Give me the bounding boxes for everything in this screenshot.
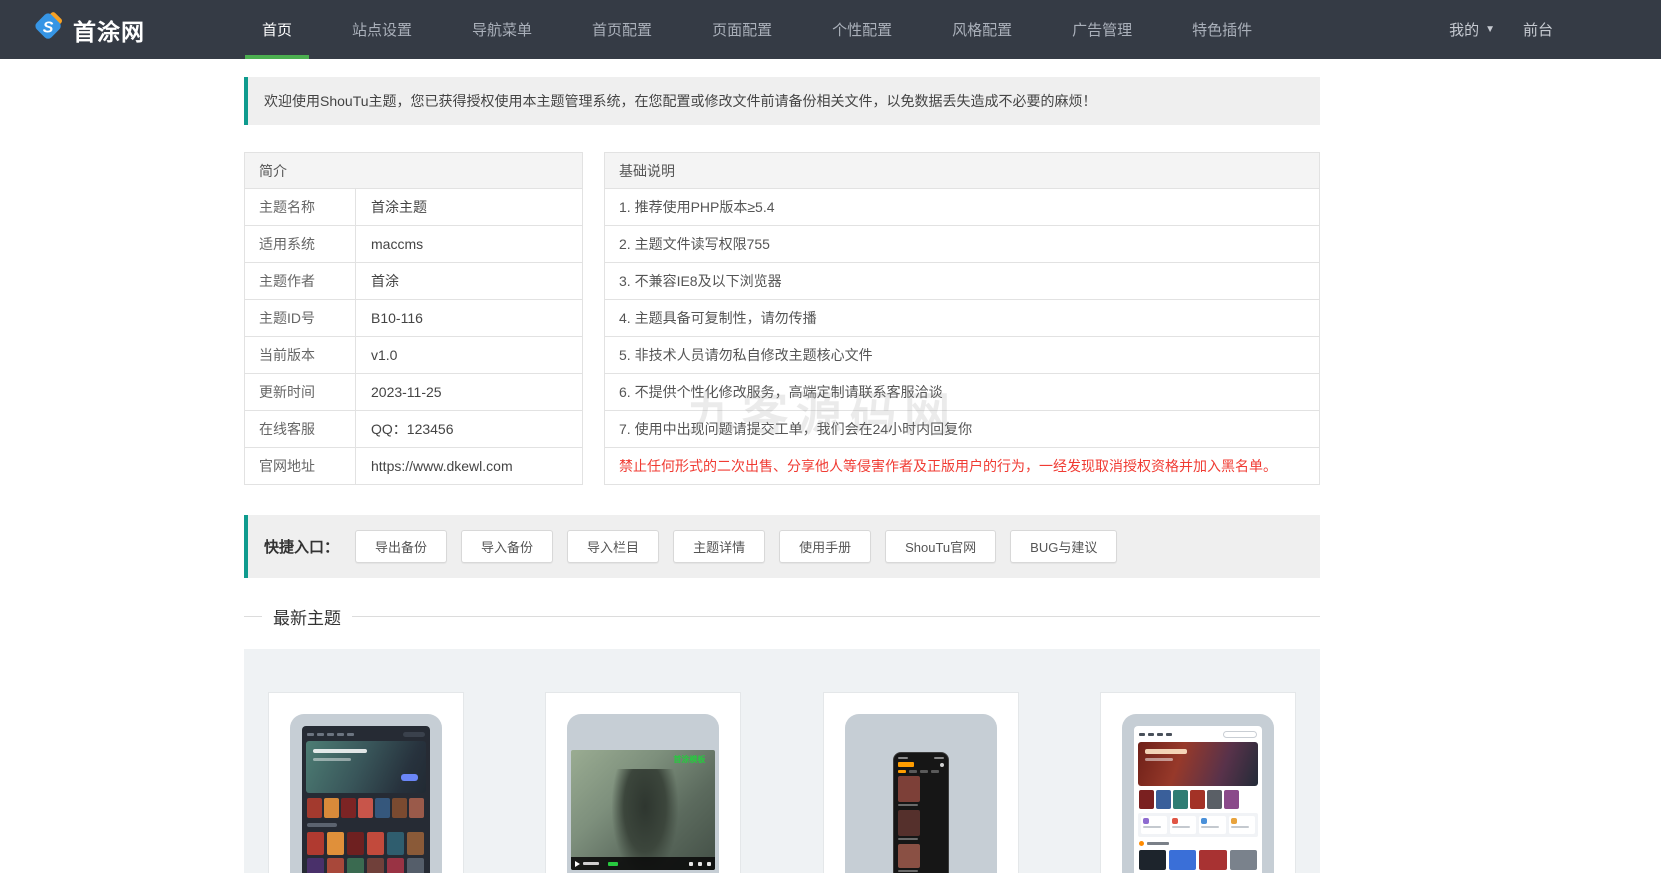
theme-thumbnail-frame: 首涂模板 bbox=[567, 714, 719, 873]
quick-entry-bar: 快捷入口： 导出备份 导入备份 导入栏目 主题详情 使用手册 ShouTu官网 … bbox=[244, 515, 1320, 578]
nav-item-nav-menu[interactable]: 导航菜单 bbox=[455, 0, 549, 59]
table-row: 适用系统 maccms bbox=[244, 226, 583, 263]
info-panels: 简介 主题名称 首涂主题 适用系统 maccms 主题作者 首涂 主题ID号 B… bbox=[244, 152, 1320, 485]
note-item: 7. 使用中出现问题请提交工单，我们会在24小时内回复你 bbox=[604, 411, 1320, 448]
quality-icon bbox=[698, 862, 702, 866]
video-figure bbox=[612, 769, 678, 870]
bell-icon bbox=[940, 763, 944, 767]
table-row: 主题作者 首涂 bbox=[244, 263, 583, 300]
nav-item-page-config[interactable]: 页面配置 bbox=[695, 0, 789, 59]
theme-card-video-player[interactable]: 首涂模板 bbox=[545, 692, 741, 873]
import-backup-button[interactable]: 导入备份 bbox=[461, 530, 553, 563]
theme-screenshot-dark-cinema bbox=[302, 726, 430, 873]
table-row: 在线客服 QQ：123456 bbox=[244, 411, 583, 448]
video-control-bar bbox=[571, 857, 715, 870]
heading-divider-right bbox=[352, 616, 1320, 617]
nav-item-home-config[interactable]: 首页配置 bbox=[575, 0, 669, 59]
notes-panel-title: 基础说明 bbox=[604, 152, 1320, 189]
note-item: 2. 主题文件读写权限755 bbox=[604, 226, 1320, 263]
chevron-down-icon: ▼ bbox=[1485, 24, 1495, 35]
nav-item-home[interactable]: 首页 bbox=[245, 0, 309, 59]
my-account-dropdown[interactable]: 我的 ▼ bbox=[1449, 19, 1495, 40]
note-item: 3. 不兼容IE8及以下浏览器 bbox=[604, 263, 1320, 300]
nav-item-personal-config[interactable]: 个性配置 bbox=[815, 0, 909, 59]
logo-text: 首涂网 bbox=[73, 13, 145, 47]
latest-themes-title: 最新主题 bbox=[273, 604, 341, 629]
intro-panel: 简介 主题名称 首涂主题 适用系统 maccms 主题作者 首涂 主题ID号 B… bbox=[244, 152, 583, 485]
welcome-alert: 欢迎使用ShouTu主题，您已获得授权使用本主题管理系统，在您配置或修改文件前请… bbox=[244, 77, 1320, 125]
note-item: 5. 非技术人员请勿私自修改主题核心文件 bbox=[604, 337, 1320, 374]
fullscreen-icon bbox=[707, 862, 711, 866]
nav-item-style-config[interactable]: 风格配置 bbox=[935, 0, 1029, 59]
site-logo[interactable]: S 首涂网 bbox=[34, 0, 145, 59]
logo-icon: S bbox=[34, 12, 64, 47]
svg-text:S: S bbox=[43, 20, 54, 37]
theme-card-light-cinema[interactable] bbox=[1100, 692, 1296, 873]
note-item: 1. 推荐使用PHP版本≥5.4 bbox=[604, 189, 1320, 226]
nav-right-group: 我的 ▼ 前台 bbox=[1449, 0, 1553, 59]
app-logo bbox=[898, 762, 914, 767]
frontend-link[interactable]: 前台 bbox=[1523, 19, 1553, 40]
video-watermark-text: 首涂模板 bbox=[673, 754, 705, 765]
theme-thumbnail-frame bbox=[845, 714, 997, 873]
main-nav: 首页 站点设置 导航菜单 首页配置 页面配置 个性配置 风格配置 广告管理 特色… bbox=[245, 0, 1295, 59]
table-row: 主题名称 首涂主题 bbox=[244, 189, 583, 226]
nav-item-ad-manage[interactable]: 广告管理 bbox=[1055, 0, 1149, 59]
top-navbar: S 首涂网 首页 站点设置 导航菜单 首页配置 页面配置 个性配置 风格配置 广… bbox=[0, 0, 1661, 59]
table-row: 更新时间 2023-11-25 bbox=[244, 374, 583, 411]
intro-panel-title: 简介 bbox=[244, 152, 583, 189]
main-content: 欢迎使用ShouTu主题，您已获得授权使用本主题管理系统，在您配置或修改文件前请… bbox=[244, 77, 1320, 873]
table-row: 主题ID号 B10-116 bbox=[244, 300, 583, 337]
theme-screenshot-video-player: 首涂模板 bbox=[571, 750, 715, 870]
theme-card-mobile-app[interactable] bbox=[823, 692, 1019, 873]
heading-divider-left bbox=[244, 616, 262, 617]
note-item: 6. 不提供个性化修改服务，高端定制请联系客服洽谈 bbox=[604, 374, 1320, 411]
bug-suggestion-button[interactable]: BUG与建议 bbox=[1010, 530, 1117, 563]
export-backup-button[interactable]: 导出备份 bbox=[355, 530, 447, 563]
notes-panel: 基础说明 1. 推荐使用PHP版本≥5.4 2. 主题文件读写权限755 3. … bbox=[604, 152, 1320, 485]
latest-themes-gallery: 首涂模板 bbox=[244, 649, 1320, 873]
theme-details-button[interactable]: 主题详情 bbox=[673, 530, 765, 563]
search-pill bbox=[1223, 731, 1257, 738]
nav-item-site-settings[interactable]: 站点设置 bbox=[335, 0, 429, 59]
section-bullet bbox=[1139, 841, 1144, 846]
welcome-text: 欢迎使用ShouTu主题，您已获得授权使用本主题管理系统，在您配置或修改文件前请… bbox=[264, 91, 1097, 111]
settings-icon bbox=[689, 862, 693, 866]
theme-screenshot-light-cinema bbox=[1134, 726, 1262, 873]
official-site-url[interactable]: https://www.dkewl.com bbox=[356, 448, 582, 484]
quick-entry-label: 快捷入口： bbox=[264, 536, 339, 557]
latest-themes-heading: 最新主题 bbox=[244, 604, 1320, 629]
import-columns-button[interactable]: 导入栏目 bbox=[567, 530, 659, 563]
table-row: 官网地址 https://www.dkewl.com bbox=[244, 448, 583, 485]
play-icon bbox=[575, 861, 580, 867]
license-warning-text: 禁止任何形式的二次出售、分享他人等侵害作者及正版用户的行为，一经发现取消授权资格… bbox=[604, 448, 1320, 485]
nav-item-plugins[interactable]: 特色插件 bbox=[1175, 0, 1269, 59]
note-item: 4. 主题具备可复制性，请勿传播 bbox=[604, 300, 1320, 337]
theme-thumbnail-frame bbox=[290, 714, 442, 873]
user-manual-button[interactable]: 使用手册 bbox=[779, 530, 871, 563]
table-row: 当前版本 v1.0 bbox=[244, 337, 583, 374]
theme-thumbnail-frame bbox=[1122, 714, 1274, 873]
shoutu-official-site-button[interactable]: ShouTu官网 bbox=[885, 530, 996, 563]
theme-screenshot-mobile-app bbox=[893, 752, 949, 873]
theme-card-dark-cinema[interactable] bbox=[268, 692, 464, 873]
